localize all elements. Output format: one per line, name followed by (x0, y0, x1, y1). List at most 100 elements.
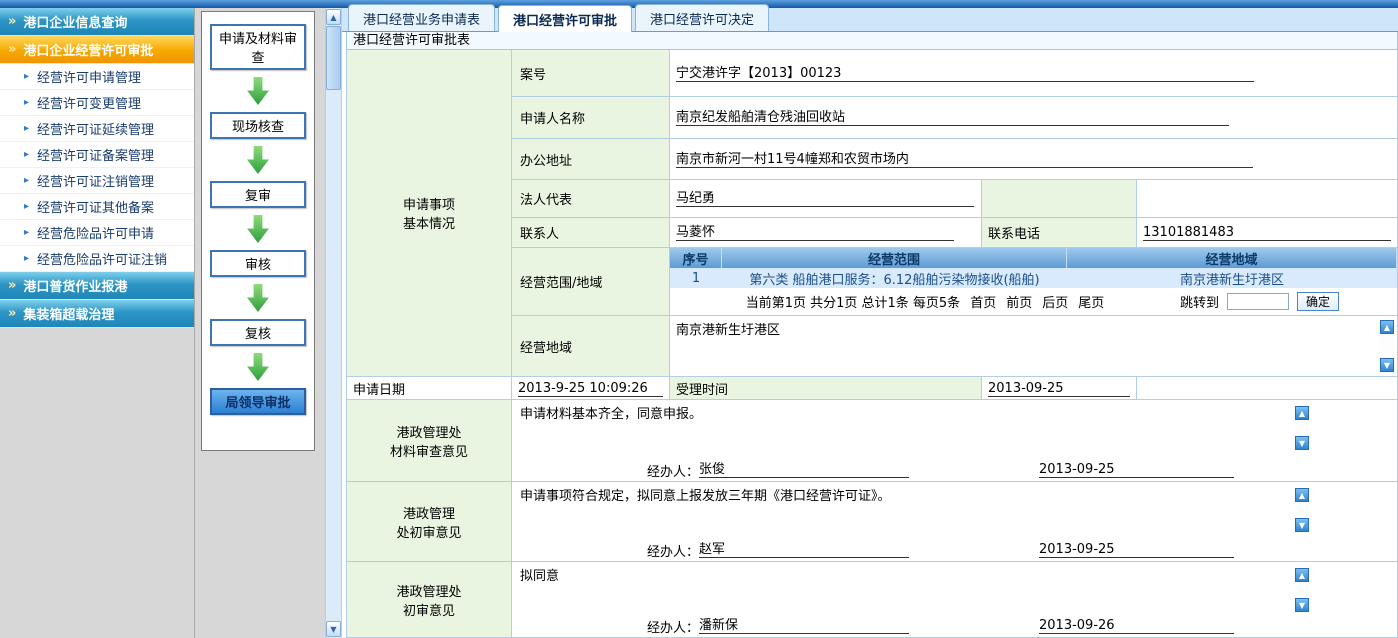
sidebar-item-license-approval[interactable]: » 港口企业经营许可审批 (0, 36, 194, 64)
accept-date-field[interactable]: 2013-09-25 (988, 380, 1130, 397)
sidebar-subitem-label: 经营许可申请管理 (37, 67, 141, 86)
sidebar-item-label: 集装箱超载治理 (23, 304, 114, 323)
tab-label: 港口经营业务申请表 (363, 13, 480, 28)
sidebar-subitem-label: 经营危险品许可证注销 (37, 249, 167, 268)
tab-license-approval[interactable]: 港口经营许可审批 (498, 5, 632, 32)
accept-date-label: 受理时间 (670, 377, 982, 400)
tab-license-decision[interactable]: 港口经营许可决定 (635, 4, 769, 31)
sidebar-subitem-license-application-mgmt[interactable]: ▸ 经营许可申请管理 (0, 64, 194, 90)
textarea-scrollbar[interactable]: ▲ ▼ (1295, 488, 1309, 532)
flow-step-re-review[interactable]: 复审 (210, 181, 306, 208)
tab-label: 港口经营许可审批 (513, 14, 617, 29)
scrollbar-thumb[interactable] (326, 26, 341, 90)
flow-step-label: 现场核查 (232, 116, 284, 135)
down-arrow-icon (247, 284, 269, 312)
empty-cell (982, 180, 1137, 218)
scroll-up-icon[interactable]: ▲ (1295, 406, 1309, 420)
flow-step-recheck[interactable]: 复核 (210, 319, 306, 346)
form-title: 港口经营许可审批表 (346, 32, 1398, 50)
sidebar-item-enterprise-info-query[interactable]: » 港口企业信息查询 (0, 8, 194, 36)
menu-chevrons-icon: » (8, 306, 16, 321)
scroll-up-icon[interactable]: ▲ (1380, 320, 1394, 334)
office-address-label: 办公地址 (512, 139, 670, 180)
textarea-scrollbar[interactable]: ▲ ▼ (1380, 320, 1394, 372)
handler-date-field[interactable]: 2013-09-26 (1039, 618, 1234, 634)
column-header-range: 经营范围 (722, 248, 1067, 268)
page-jump-input[interactable] (1227, 293, 1289, 310)
business-area-field[interactable]: 南京港新生圩港区 (676, 319, 780, 338)
arrow-bullet-icon: ▸ (24, 201, 29, 212)
scope-table-row[interactable]: 1 第六类 船舶港口服务：6.12船舶污染物接收(船舶) 南京港新生圩港区 (670, 268, 1397, 288)
main-vertical-scrollbar[interactable]: ▲ ▼ (325, 8, 342, 638)
arrow-bullet-icon: ▸ (24, 227, 29, 238)
flow-step-leader-approval[interactable]: 局领导审批 (210, 388, 306, 415)
sidebar-subitem-dangerous-goods-cancellation[interactable]: ▸ 经营危险品许可证注销 (0, 246, 194, 272)
sidebar-subitem-license-other-filing[interactable]: ▸ 经营许可证其他备案 (0, 194, 194, 220)
sidebar-subitem-label: 经营许可证注销管理 (37, 171, 154, 190)
business-area-label: 经营地域 (512, 316, 670, 377)
handler-name-field[interactable]: 张俊 (699, 462, 909, 478)
flow-step-application-material-review[interactable]: 申请及材料审查 (210, 24, 306, 70)
sidebar-subitem-license-filing-mgmt[interactable]: ▸ 经营许可证备案管理 (0, 142, 194, 168)
case-number-field[interactable]: 宁交港许字【2013】00123 (676, 65, 1254, 82)
sidebar-item-label: 港口企业信息查询 (23, 12, 127, 31)
applicant-name-field[interactable]: 南京纪发船舶清仓残油回收站 (676, 109, 1229, 126)
opinion-initial-review-row: 港政管理 处初审意见 申请事项符合规定，拟同意上报发放三年期《港口经营许可证》。… (347, 482, 1398, 562)
sidebar-subitem-license-cancellation-mgmt[interactable]: ▸ 经营许可证注销管理 (0, 168, 194, 194)
approval-form: 申请事项 基本情况 案号 宁交港许字【2013】00123 申请人名称 南京纪发… (346, 50, 1398, 638)
next-page-link[interactable]: 后页 (1042, 292, 1068, 311)
scope-row-area: 南京港新生圩港区 (1067, 268, 1397, 288)
sidebar-subitem-label: 经营许可证备案管理 (37, 145, 154, 164)
menu-chevrons-icon: » (8, 14, 16, 29)
contact-phone-field[interactable]: 13101881483 (1143, 224, 1391, 241)
scroll-down-icon[interactable]: ▼ (326, 621, 341, 637)
flow-step-site-check[interactable]: 现场核查 (210, 112, 306, 139)
scrollbar-track[interactable] (1295, 582, 1309, 598)
office-address-field[interactable]: 南京市新河一村11号4幢郑和农贸市场内 (676, 151, 1253, 168)
scroll-down-icon[interactable]: ▼ (1295, 436, 1309, 450)
scrollbar-track[interactable] (326, 26, 341, 620)
opinion-material-review-text[interactable]: 申请材料基本齐全，同意申报。 (512, 400, 1397, 459)
sidebar-subitem-license-renewal-mgmt[interactable]: ▸ 经营许可证延续管理 (0, 116, 194, 142)
apply-date-field[interactable]: 2013-9-25 10:09:26 (518, 380, 663, 397)
sidebar-item-general-cargo-report[interactable]: » 港口普货作业报港 (0, 272, 194, 300)
scroll-up-icon[interactable]: ▲ (1295, 488, 1309, 502)
handler-date-field[interactable]: 2013-09-25 (1039, 462, 1234, 478)
last-page-link[interactable]: 尾页 (1078, 292, 1104, 311)
down-arrow-icon (247, 77, 269, 105)
flow-step-audit[interactable]: 审核 (210, 250, 306, 277)
scrollbar-track[interactable] (1295, 420, 1309, 436)
first-page-link[interactable]: 首页 (970, 292, 996, 311)
scope-row-range: 第六类 船舶港口服务：6.12船舶污染物接收(船舶) (722, 268, 1067, 288)
sidebar-item-container-overload[interactable]: » 集装箱超载治理 (0, 300, 194, 328)
sidebar-subitem-license-change-mgmt[interactable]: ▸ 经营许可变更管理 (0, 90, 194, 116)
apply-date-label: 申请日期 (347, 377, 512, 400)
empty-cell (1137, 180, 1398, 218)
tab-business-application-form[interactable]: 港口经营业务申请表 (348, 4, 495, 31)
arrow-bullet-icon: ▸ (24, 97, 29, 108)
opinion-initial-review-label: 港政管理 处初审意见 (347, 482, 512, 562)
scroll-up-icon[interactable]: ▲ (1295, 568, 1309, 582)
opinion-initial-review-2-text[interactable]: 拟同意 (512, 562, 1397, 615)
handler-name-field[interactable]: 赵军 (699, 542, 909, 558)
handler-date-field[interactable]: 2013-09-25 (1039, 542, 1234, 558)
scrollbar-track[interactable] (1380, 334, 1394, 358)
scroll-up-icon[interactable]: ▲ (326, 9, 341, 25)
opinion-initial-review-text[interactable]: 申请事项符合规定，拟同意上报发放三年期《港口经营许可证》。 (512, 482, 1397, 539)
handler-name-field[interactable]: 潘新保 (699, 618, 909, 634)
textarea-scrollbar[interactable]: ▲ ▼ (1295, 568, 1309, 612)
scroll-down-icon[interactable]: ▼ (1295, 598, 1309, 612)
legal-representative-field[interactable]: 马纪勇 (676, 190, 974, 207)
scroll-down-icon[interactable]: ▼ (1295, 518, 1309, 532)
scroll-down-icon[interactable]: ▼ (1380, 358, 1394, 372)
arrow-bullet-icon: ▸ (24, 253, 29, 264)
sidebar: » 港口企业信息查询 » 港口企业经营许可审批 ▸ 经营许可申请管理 ▸ 经营许… (0, 8, 195, 638)
scrollbar-track[interactable] (1295, 502, 1309, 518)
contact-person-field[interactable]: 马菱怀 (676, 224, 954, 241)
jump-to-label: 跳转到 (1180, 292, 1219, 311)
sidebar-subitem-dangerous-goods-application[interactable]: ▸ 经营危险品许可申请 (0, 220, 194, 246)
pagination-info: 当前第1页 共分1页 总计1条 每页5条 (746, 292, 960, 311)
prev-page-link[interactable]: 前页 (1006, 292, 1032, 311)
textarea-scrollbar[interactable]: ▲ ▼ (1295, 406, 1309, 450)
jump-confirm-button[interactable]: 确定 (1297, 292, 1339, 311)
